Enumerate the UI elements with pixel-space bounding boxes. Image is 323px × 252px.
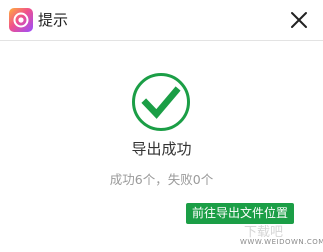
checkmark-circle-icon	[132, 73, 190, 131]
photo-app-icon	[9, 8, 33, 32]
dialog-window: 提示 导出成功 成功6个，失败0个 前往导出文件位置 下载吧 WWW.WEIDO…	[0, 0, 323, 252]
open-export-location-button[interactable]: 前往导出文件位置	[186, 203, 294, 224]
title-bar: 提示	[0, 0, 323, 41]
status-message: 导出成功	[131, 140, 192, 158]
window-title: 提示	[38, 11, 69, 29]
result-summary: 成功6个，失败0个	[109, 172, 214, 187]
watermark-logo: 下载吧	[244, 225, 283, 240]
watermark-text: WWW.WEIDOWN.COM	[240, 238, 323, 246]
close-icon[interactable]	[286, 7, 312, 33]
